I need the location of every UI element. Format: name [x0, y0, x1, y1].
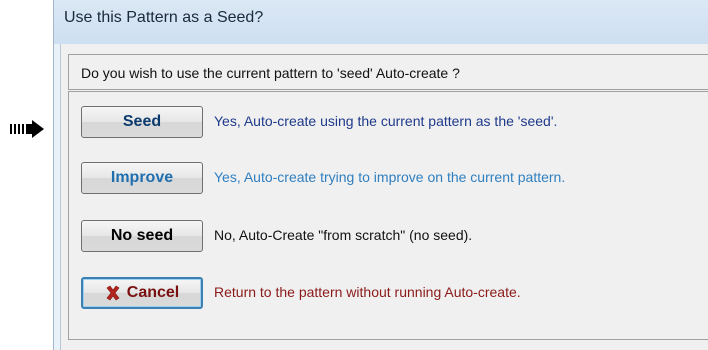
improve-description: Yes, Auto-create trying to improve on th… [214, 169, 566, 185]
cancel-description: Return to the pattern without running Au… [214, 284, 521, 300]
option-row-cancel: Cancel Return to the pattern without run… [69, 277, 708, 313]
option-row-seed: Seed Yes, Auto-create using the current … [69, 106, 708, 142]
options-panel: Seed Yes, Auto-create using the current … [68, 91, 708, 340]
improve-button-label: Improve [110, 169, 174, 186]
x-close-icon [106, 285, 120, 301]
question-text: Do you wish to use the current pattern t… [81, 65, 460, 81]
arrow-right-icon [10, 120, 44, 138]
dialog-client-area: Do you wish to use the current pattern t… [60, 44, 708, 350]
question-panel: Do you wish to use the current pattern t… [68, 54, 708, 90]
seed-button[interactable]: Seed [81, 106, 203, 138]
no-seed-button-label: No seed [110, 227, 174, 244]
seed-description: Yes, Auto-create using the current patte… [214, 113, 558, 129]
no-seed-description: No, Auto-Create "from scratch" (no seed)… [214, 227, 473, 243]
title-bar[interactable]: Use this Pattern as a Seed? [54, 0, 708, 44]
window-title: Use this Pattern as a Seed? [64, 9, 264, 26]
option-row-improve: Improve Yes, Auto-create trying to impro… [69, 162, 708, 198]
seed-button-label: Seed [122, 113, 162, 130]
improve-button[interactable]: Improve [81, 162, 203, 194]
cancel-button[interactable]: Cancel [81, 277, 203, 309]
cancel-button-label: Cancel [126, 284, 180, 301]
option-row-no-seed: No seed No, Auto-Create "from scratch" (… [69, 220, 708, 256]
no-seed-button[interactable]: No seed [81, 220, 203, 252]
seed-dialog: Use this Pattern as a Seed? Do you wish … [53, 0, 708, 350]
